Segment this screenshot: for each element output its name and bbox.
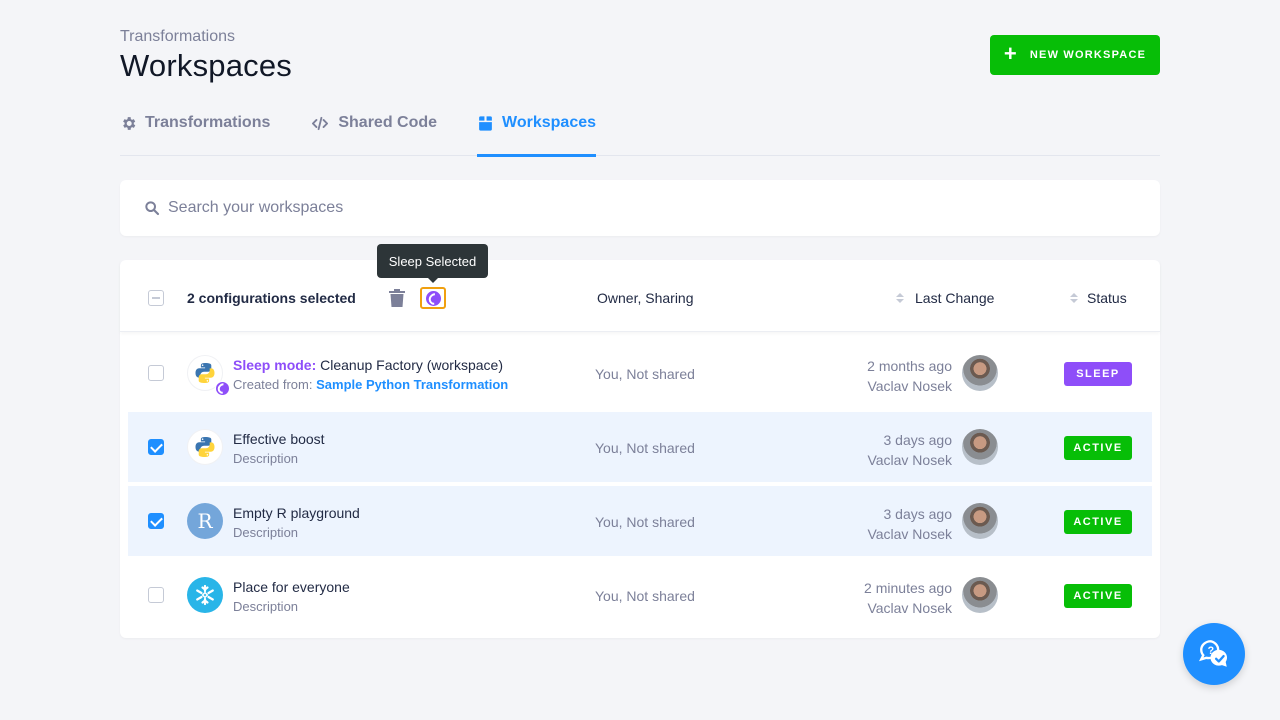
code-icon: [312, 116, 329, 131]
workspace-name[interactable]: Empty R playground: [233, 505, 360, 521]
avatar: [962, 429, 998, 465]
table-row[interactable]: R Empty R playground Description You, No…: [128, 486, 1152, 556]
workspace-description: Description: [233, 451, 299, 466]
new-workspace-button[interactable]: + NEW WORKSPACE: [990, 35, 1160, 75]
workspace-name[interactable]: Sleep mode: Cleanup Factory (workspace): [233, 357, 503, 373]
table-header: 2 configurations selected Owner, Sharing…: [120, 260, 1160, 332]
last-change-user: Vaclav Nosek: [867, 452, 952, 468]
help-chat-icon: ?: [1198, 640, 1228, 667]
avatar: [962, 355, 998, 391]
column-label: Last Change: [915, 290, 995, 306]
sleep-selected-tooltip: Sleep Selected: [377, 244, 488, 283]
r-language-icon: R: [187, 503, 223, 539]
table-row[interactable]: Place for everyone Description You, Not …: [128, 560, 1152, 630]
python-icon: [187, 429, 223, 465]
last-change-time: 3 days ago: [883, 506, 953, 522]
page-header: Transformations Workspaces: [120, 27, 292, 84]
owner-sharing: You, Not shared: [595, 588, 695, 604]
last-change: 3 days ago Vaclav Nosek: [867, 430, 952, 470]
workspace-description: Created from: Sample Python Transformati…: [233, 377, 508, 392]
workspace-name-text: Cleanup Factory (workspace): [320, 357, 503, 373]
column-status[interactable]: Status: [1070, 290, 1127, 306]
selection-count: 2 configurations selected: [187, 290, 356, 306]
last-change-user: Vaclav Nosek: [867, 526, 952, 542]
last-change-time: 2 months ago: [867, 358, 952, 374]
gear-icon: [123, 117, 136, 130]
trash-icon[interactable]: [388, 288, 406, 308]
status-badge: SLEEP: [1064, 362, 1132, 386]
row-checkbox[interactable]: [148, 513, 164, 529]
source-transformation-link[interactable]: Sample Python Transformation: [316, 377, 508, 392]
last-change-time: 2 minutes ago: [864, 580, 952, 596]
sleep-mode-label: Sleep mode:: [233, 357, 317, 373]
select-all-checkbox[interactable]: [148, 290, 164, 306]
owner-sharing: You, Not shared: [595, 440, 695, 456]
search-box: [120, 180, 1160, 236]
workspace-name[interactable]: Effective boost: [233, 431, 325, 447]
owner-sharing: You, Not shared: [595, 366, 695, 382]
avatar: [962, 577, 998, 613]
plus-icon: +: [1003, 41, 1018, 66]
avatar: [962, 503, 998, 539]
moon-icon: [425, 290, 441, 306]
status-badge: ACTIVE: [1064, 584, 1132, 608]
table-row[interactable]: Effective boost Description You, Not sha…: [128, 412, 1152, 482]
python-icon: [187, 355, 230, 396]
workspace-description: Description: [233, 599, 299, 614]
row-checkbox[interactable]: [148, 439, 164, 455]
tab-label: Transformations: [145, 114, 271, 131]
sort-icon: [896, 293, 904, 303]
status-badge: ACTIVE: [1064, 510, 1132, 534]
new-workspace-label: NEW WORKSPACE: [1029, 49, 1147, 61]
tab-workspaces[interactable]: Workspaces: [477, 104, 597, 157]
table-row[interactable]: Sleep mode: Cleanup Factory (workspace) …: [128, 338, 1152, 408]
column-owner-sharing: Owner, Sharing: [597, 290, 694, 306]
tab-label: Shared Code: [338, 114, 438, 131]
sleep-moon-icon: [215, 381, 230, 396]
help-chat-button[interactable]: ?: [1183, 623, 1245, 685]
workspace-description: Description: [233, 525, 299, 540]
tab-transformations[interactable]: Transformations: [120, 104, 270, 156]
row-checkbox[interactable]: [148, 587, 164, 603]
sort-icon: [1070, 293, 1078, 303]
status-badge: ACTIVE: [1064, 436, 1132, 460]
column-label: Status: [1087, 290, 1127, 306]
search-input[interactable]: [168, 199, 1068, 217]
last-change-time: 3 days ago: [883, 432, 953, 448]
tab-label: Workspaces: [502, 114, 597, 131]
last-change: 2 months ago Vaclav Nosek: [867, 356, 952, 396]
last-change-user: Vaclav Nosek: [867, 600, 952, 616]
snowflake-icon: [187, 577, 223, 613]
workspace-name[interactable]: Place for everyone: [233, 579, 350, 595]
sleep-selected-button[interactable]: [420, 287, 446, 309]
last-change: 2 minutes ago Vaclav Nosek: [864, 578, 952, 618]
last-change-user: Vaclav Nosek: [867, 378, 952, 394]
breadcrumb[interactable]: Transformations: [120, 27, 292, 47]
search-icon: [145, 201, 160, 216]
workspaces-table: 2 configurations selected Owner, Sharing…: [120, 260, 1160, 638]
tab-bar: Transformations Shared Code Workspaces: [120, 104, 1160, 157]
box-icon: [479, 116, 492, 131]
created-from-label: Created from:: [233, 377, 313, 392]
last-change: 3 days ago Vaclav Nosek: [867, 504, 952, 544]
row-checkbox[interactable]: [148, 365, 164, 381]
tab-shared-code[interactable]: Shared Code: [310, 104, 437, 156]
column-last-change[interactable]: Last Change: [896, 290, 994, 306]
page-title: Workspaces: [120, 48, 292, 83]
owner-sharing: You, Not shared: [595, 514, 695, 530]
